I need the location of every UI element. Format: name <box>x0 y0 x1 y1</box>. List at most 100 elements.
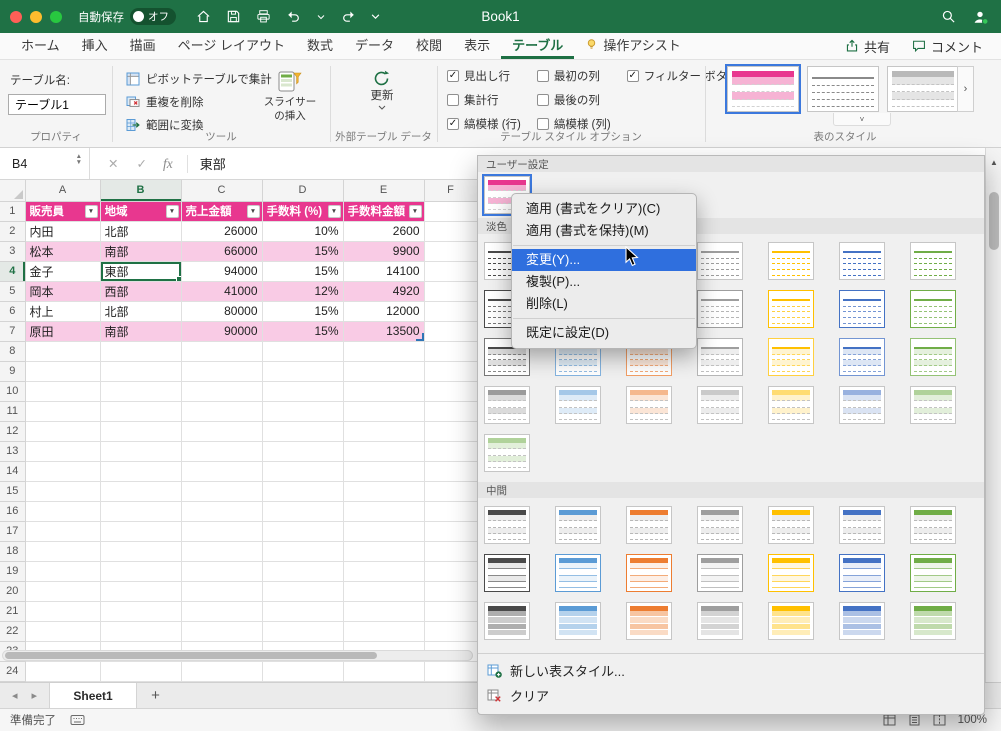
style-tile[interactable] <box>697 290 743 328</box>
cell[interactable] <box>343 441 425 462</box>
style-tile[interactable] <box>768 602 814 640</box>
style-tile[interactable] <box>555 506 601 544</box>
cell[interactable] <box>25 481 101 502</box>
close-window-button[interactable] <box>10 10 22 23</box>
cell[interactable] <box>181 561 263 582</box>
cell[interactable] <box>424 381 478 402</box>
cell[interactable] <box>181 381 263 402</box>
cell[interactable]: 14100 <box>343 261 425 282</box>
style-tile[interactable] <box>555 554 601 592</box>
cell[interactable] <box>262 601 344 622</box>
insert-function-icon[interactable]: fx <box>163 156 173 172</box>
cell[interactable] <box>262 501 344 522</box>
cell[interactable] <box>262 561 344 582</box>
cell[interactable] <box>424 241 478 262</box>
column-header-C[interactable]: C <box>181 180 263 202</box>
cell[interactable]: 26000 <box>181 221 263 242</box>
gallery-more-button[interactable]: › <box>957 66 974 112</box>
style-tile[interactable] <box>725 64 801 114</box>
style-tile[interactable] <box>484 602 530 640</box>
cell[interactable] <box>181 501 263 522</box>
cell[interactable]: 販売員 ▼ <box>25 201 101 222</box>
cell[interactable] <box>181 481 263 502</box>
style-tile[interactable] <box>910 506 956 544</box>
name-box-stepper[interactable]: ▲ ▼ <box>76 153 82 166</box>
style-tile[interactable] <box>697 338 743 376</box>
cell[interactable] <box>100 621 182 642</box>
cell[interactable] <box>424 341 478 362</box>
cell[interactable] <box>424 441 478 462</box>
cell[interactable] <box>424 261 478 282</box>
clear-style-button[interactable]: クリア <box>478 683 984 708</box>
cell[interactable] <box>181 361 263 382</box>
style-tile[interactable] <box>555 602 601 640</box>
cell[interactable] <box>181 441 263 462</box>
ribbon-tab-4[interactable]: ページ レイアウト <box>167 33 296 59</box>
cell[interactable] <box>424 581 478 602</box>
cell[interactable] <box>181 341 263 362</box>
style-tile[interactable] <box>768 242 814 280</box>
zoom-level-label[interactable]: 100% <box>958 714 987 726</box>
cell[interactable] <box>100 521 182 542</box>
confirm-entry-icon[interactable]: ✓ <box>136 156 146 171</box>
ribbon-checkbox[interactable]: 最初の列 <box>536 67 611 85</box>
cell[interactable] <box>424 541 478 562</box>
cell[interactable] <box>424 221 478 242</box>
cell[interactable]: 西部 <box>100 281 182 302</box>
ribbon-tab-2[interactable]: 挿入 <box>71 33 119 59</box>
account-icon[interactable] <box>972 9 989 25</box>
prev-sheet-icon[interactable]: ◂ <box>12 689 18 702</box>
style-tile[interactable] <box>887 66 959 112</box>
page-break-view-button[interactable] <box>933 714 946 726</box>
cell[interactable]: 北部 <box>100 301 182 322</box>
style-tile[interactable] <box>910 242 956 280</box>
row-header-10[interactable]: 10 <box>0 381 26 402</box>
cell[interactable] <box>424 421 478 442</box>
cell[interactable] <box>343 661 425 682</box>
print-icon[interactable] <box>256 9 271 24</box>
cell[interactable] <box>181 601 263 622</box>
cell[interactable] <box>262 361 344 382</box>
ribbon-tab-9[interactable]: テーブル <box>501 33 575 59</box>
cell[interactable]: 12% <box>262 281 344 302</box>
style-tile[interactable] <box>697 554 743 592</box>
remove-duplicates-button[interactable]: 重複を削除 <box>122 92 208 112</box>
style-tile[interactable] <box>626 506 672 544</box>
row-header-6[interactable]: 6 <box>0 301 26 322</box>
toolbar-chevron-icon[interactable] <box>371 12 380 21</box>
cell[interactable] <box>424 481 478 502</box>
row-header-21[interactable]: 21 <box>0 601 26 622</box>
next-sheet-icon[interactable]: ▸ <box>32 689 38 702</box>
cell[interactable] <box>343 621 425 642</box>
cell[interactable]: 15% <box>262 241 344 262</box>
cell[interactable] <box>262 401 344 422</box>
search-icon[interactable] <box>941 9 956 24</box>
style-tile[interactable] <box>839 242 885 280</box>
cell[interactable] <box>424 501 478 522</box>
style-tile[interactable] <box>697 386 743 424</box>
row-header-3[interactable]: 3 <box>0 241 26 262</box>
cell[interactable]: 10% <box>262 221 344 242</box>
style-tile[interactable] <box>807 66 879 112</box>
cell[interactable] <box>343 481 425 502</box>
cell[interactable] <box>25 621 101 642</box>
row-header-20[interactable]: 20 <box>0 581 26 602</box>
insert-slicer-button[interactable]: スライサー の挿入 <box>258 68 322 122</box>
cell[interactable]: 66000 <box>181 241 263 262</box>
cell[interactable]: 松本 <box>25 241 101 262</box>
row-header-7[interactable]: 7 <box>0 321 26 342</box>
cell[interactable] <box>424 301 478 322</box>
column-header-E[interactable]: E <box>343 180 425 202</box>
cell[interactable] <box>181 661 263 682</box>
ribbon-tab-5[interactable]: 数式 <box>296 33 344 59</box>
cell[interactable]: 金子 <box>25 261 101 282</box>
cell[interactable] <box>100 601 182 622</box>
row-header-22[interactable]: 22 <box>0 621 26 642</box>
cell[interactable] <box>100 501 182 522</box>
cell[interactable] <box>181 401 263 422</box>
cell[interactable]: 手数料金額 ▼ <box>343 201 425 222</box>
row-header-9[interactable]: 9 <box>0 361 26 382</box>
cell[interactable]: 9900 <box>343 241 425 262</box>
ribbon-checkbox[interactable]: 集計行 <box>447 91 521 109</box>
cell[interactable]: 南部 <box>100 241 182 262</box>
